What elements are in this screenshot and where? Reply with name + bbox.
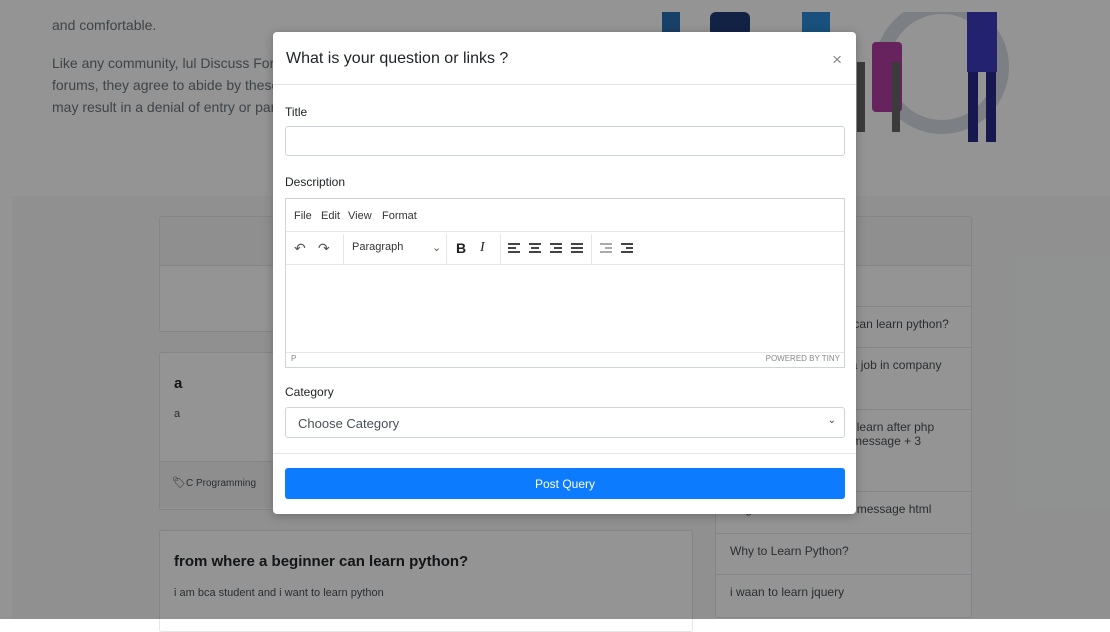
rich-text-editor: File Edit View Format ↶ ↷ Paragraph ⌄ B … bbox=[285, 198, 845, 368]
italic-icon[interactable]: I bbox=[480, 240, 485, 256]
close-icon[interactable]: × bbox=[832, 50, 842, 70]
block-format-select[interactable]: Paragraph bbox=[352, 241, 403, 253]
element-path[interactable]: P bbox=[291, 354, 296, 363]
footer-divider bbox=[273, 453, 856, 454]
title-label: Title bbox=[285, 105, 308, 119]
category-selected-value: Choose Category bbox=[298, 416, 400, 431]
chevron-down-icon[interactable]: ⌄ bbox=[432, 241, 441, 254]
header-divider bbox=[273, 84, 856, 85]
menu-file[interactable]: File bbox=[294, 210, 312, 222]
align-justify-icon[interactable] bbox=[571, 243, 583, 253]
modal-title: What is your question or links ? bbox=[286, 50, 509, 67]
bold-icon[interactable]: B bbox=[456, 240, 466, 256]
ask-question-modal: What is your question or links ? × Title… bbox=[273, 32, 856, 514]
powered-by-tiny[interactable]: POWERED BY TINY bbox=[766, 354, 840, 363]
post-query-button[interactable]: Post Query bbox=[285, 468, 845, 499]
align-right-icon[interactable] bbox=[550, 243, 562, 253]
toolbar-separator bbox=[446, 234, 447, 264]
menu-edit[interactable]: Edit bbox=[321, 210, 340, 222]
align-left-icon[interactable] bbox=[508, 243, 520, 253]
category-select[interactable]: Choose Category ⌄ bbox=[285, 407, 845, 438]
menu-format[interactable]: Format bbox=[382, 210, 417, 222]
undo-icon[interactable]: ↶ bbox=[294, 240, 306, 257]
editor-menubar: File Edit View Format bbox=[286, 199, 844, 232]
editor-statusbar: P POWERED BY TINY bbox=[286, 352, 844, 368]
toolbar-separator bbox=[343, 234, 344, 264]
indent-icon[interactable] bbox=[621, 243, 633, 253]
editor-body[interactable] bbox=[286, 265, 844, 351]
align-center-icon[interactable] bbox=[529, 243, 541, 253]
toolbar-separator bbox=[591, 234, 592, 264]
description-label: Description bbox=[285, 175, 346, 189]
chevron-down-icon: ⌄ bbox=[827, 415, 836, 426]
menu-view[interactable]: View bbox=[348, 210, 372, 222]
category-label: Category bbox=[285, 385, 334, 399]
editor-toolbar: ↶ ↷ Paragraph ⌄ B I bbox=[286, 232, 844, 265]
title-input[interactable] bbox=[285, 126, 845, 156]
outdent-icon[interactable] bbox=[600, 243, 612, 253]
toolbar-separator bbox=[500, 234, 501, 264]
redo-icon[interactable]: ↷ bbox=[318, 240, 330, 257]
